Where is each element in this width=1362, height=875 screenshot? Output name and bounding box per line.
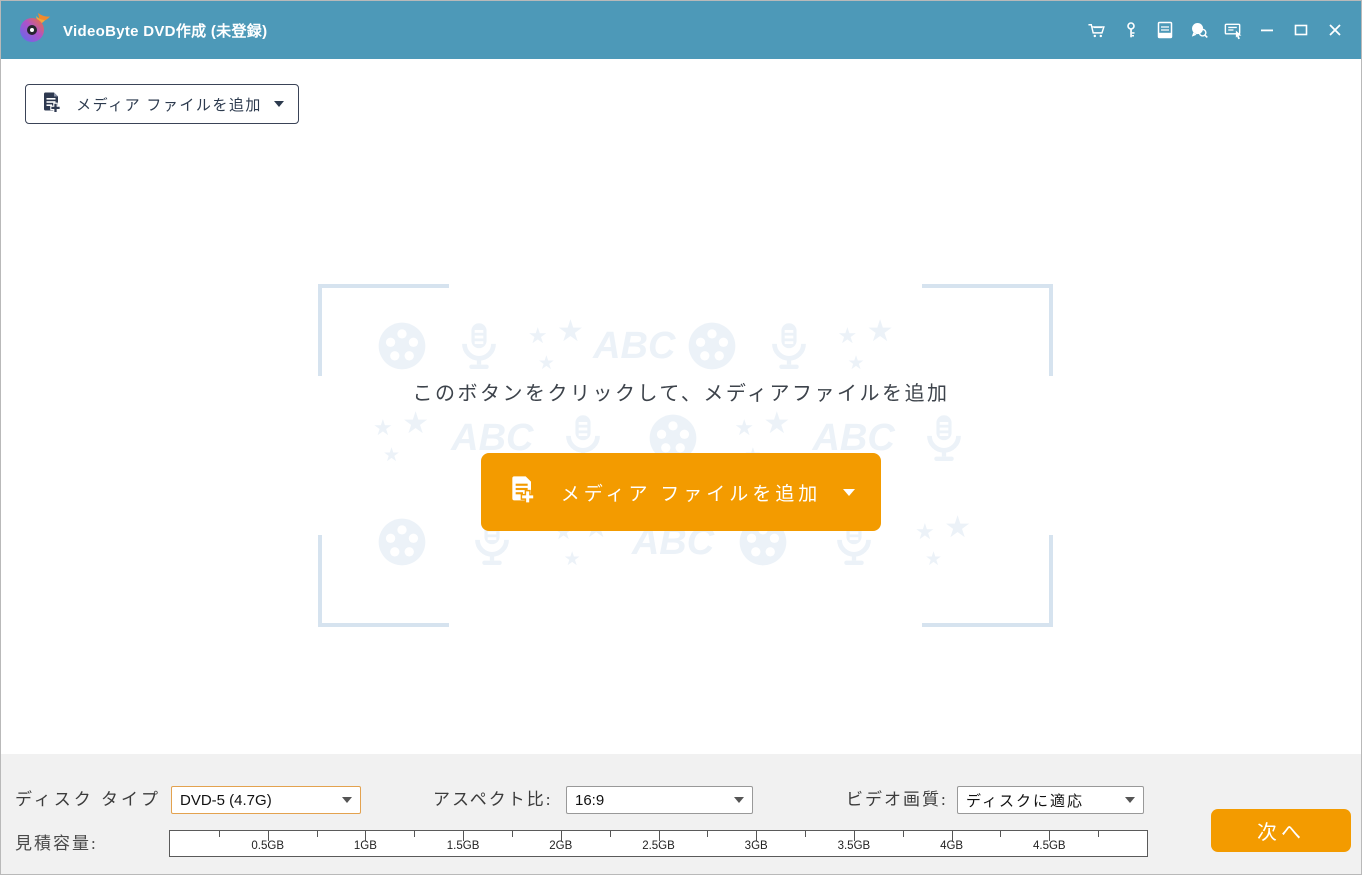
stars-icon: ★★★ — [373, 407, 429, 466]
add-media-button-main[interactable]: メディア ファイルを追加 — [481, 453, 881, 531]
document-icon[interactable] — [1155, 20, 1175, 40]
film-reel-icon — [683, 317, 741, 375]
microphone-icon — [760, 317, 818, 375]
minimize-button[interactable] — [1257, 20, 1277, 40]
main-content: メディア ファイルを追加 ★ ★ ★ ABC ★ ★ ★ ★ ★ ★ ABC ★… — [1, 59, 1361, 756]
video-quality-value: ディスクに適応 — [966, 793, 1084, 810]
ruler-tick-label: 1.5GB — [446, 840, 480, 852]
corner-bracket-top-right — [922, 284, 1053, 376]
ruler-minor-tick — [218, 831, 220, 837]
video-quality-label: ビデオ画質: — [846, 790, 948, 809]
video-quality-select[interactable]: ディスクに適応 — [957, 786, 1144, 814]
titlebar-actions — [1087, 20, 1345, 40]
dropzone-hint-text: このボタンをクリックして、メディアファイルを追加 — [412, 383, 950, 405]
maximize-button[interactable] — [1291, 20, 1311, 40]
add-file-icon — [507, 473, 539, 511]
disc-type-select[interactable]: DVD-5 (4.7G) — [171, 786, 361, 814]
aspect-ratio-select[interactable]: 16:9 — [566, 786, 753, 814]
microphone-icon — [450, 317, 508, 375]
ruler-minor-tick — [609, 831, 611, 837]
feedback-icon[interactable] — [1189, 20, 1209, 40]
ruler-tick-label: 2.5GB — [642, 840, 675, 852]
key-icon[interactable] — [1121, 20, 1141, 40]
titlebar: VideoByte DVD作成 (未登録) — [1, 1, 1361, 59]
abc-watermark: ABC — [593, 324, 676, 367]
ruler-tick-label: 3.5GB — [837, 840, 871, 852]
next-button[interactable]: 次へ — [1211, 809, 1351, 852]
stars-icon: ★★★ — [837, 315, 894, 374]
microphone-icon — [915, 409, 973, 467]
chevron-down-icon — [1125, 797, 1135, 803]
stars-icon: ★★★ — [527, 315, 584, 374]
ruler-minor-tick — [1098, 831, 1100, 837]
ruler-minor-tick — [414, 831, 416, 837]
capacity-ruler: 0.5GB 1GB 1.5GB 2GB 2.5GB 3GB 3.5GB 4GB 4.5GB — [169, 830, 1148, 857]
ruler-tick-label: 3GB — [744, 840, 768, 852]
corner-bracket-bottom-left — [318, 535, 449, 627]
estimated-capacity-label: 見積容量: — [15, 834, 98, 853]
disc-type-value: DVD-5 (4.7G) — [180, 791, 272, 809]
window-title: VideoByte DVD作成 (未登録) — [63, 22, 268, 40]
app-logo-icon — [17, 10, 53, 51]
chevron-down-icon — [843, 488, 856, 496]
ruler-tick-label: 0.5GB — [251, 840, 284, 852]
titlebar-left: VideoByte DVD作成 (未登録) — [17, 10, 267, 51]
ruler-tick-label: 1GB — [353, 840, 377, 852]
ruler-minor-tick — [511, 831, 513, 837]
corner-bracket-top-left — [318, 284, 449, 376]
cart-icon[interactable] — [1087, 20, 1107, 40]
ruler-tick-label: 4GB — [940, 840, 964, 852]
corner-bracket-bottom-right — [922, 535, 1053, 627]
aspect-ratio-label: アスペクト比: — [433, 790, 553, 809]
media-dropzone: ★★★ ABC ★★★ ABC ★★★ ABC — [1, 59, 1361, 756]
ruler-minor-tick — [902, 831, 904, 837]
close-button[interactable] — [1325, 20, 1345, 40]
menu-select-icon[interactable] — [1223, 20, 1243, 40]
ruler-tick-label: 4.5GB — [1032, 840, 1066, 852]
watermark-row: ★★★ ABC ★★★ ABC — [373, 317, 973, 375]
ruler-minor-tick — [805, 831, 807, 837]
add-media-label: メディア ファイルを追加 — [560, 483, 822, 505]
app-window: VideoByte DVD作成 (未登録) メディア ファイルを追加 ★ ★ ★… — [0, 0, 1362, 875]
chevron-down-icon — [734, 797, 744, 803]
aspect-ratio-value: 16:9 — [575, 791, 605, 809]
settings-bar: ディスク タイプ DVD-5 (4.7G) アスペクト比: 16:9 ビデオ画質… — [1, 754, 1361, 874]
ruler-minor-tick — [1000, 831, 1002, 837]
chevron-down-icon — [342, 797, 352, 803]
ruler-minor-tick — [316, 831, 318, 837]
ruler-tick-label: 2GB — [549, 840, 573, 852]
ruler-minor-tick — [707, 831, 709, 837]
disc-type-label: ディスク タイプ — [15, 790, 162, 809]
